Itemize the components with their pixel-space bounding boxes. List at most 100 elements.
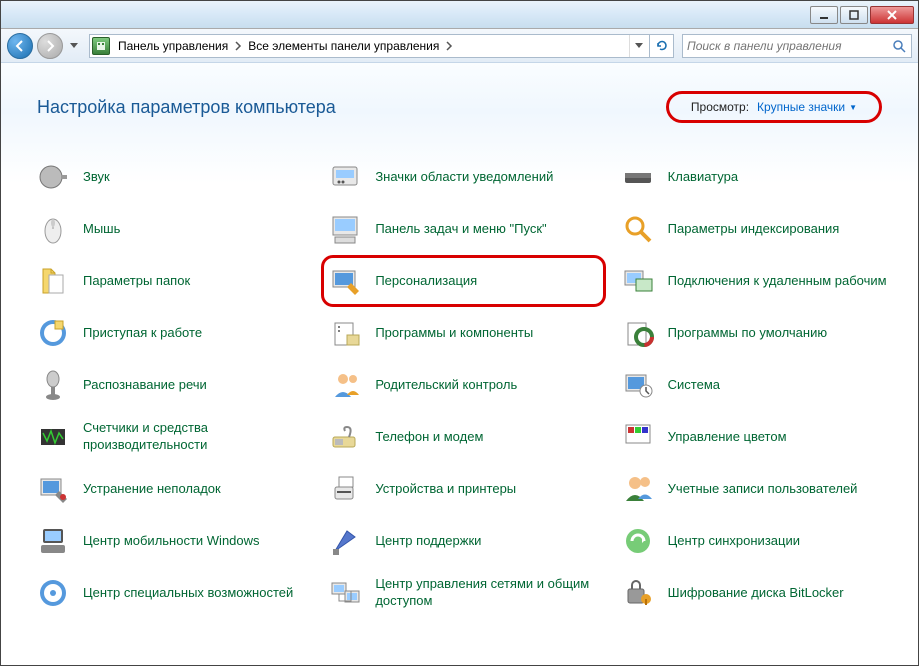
control-panel-item[interactable]: Параметры папок	[29, 255, 313, 307]
address-wrap: Панель управления Все элементы панели уп…	[89, 34, 674, 58]
item-icon	[620, 523, 656, 559]
search-box[interactable]	[682, 34, 912, 58]
item-label: Центр поддержки	[375, 533, 481, 550]
item-icon	[620, 263, 656, 299]
item-label: Шифрование диска BitLocker	[668, 585, 844, 602]
item-label: Приступая к работе	[83, 325, 202, 342]
item-label: Счетчики и средства производительности	[83, 420, 307, 454]
control-panel-item[interactable]: Управление цветом	[614, 411, 898, 463]
control-panel-item[interactable]: Родительский контроль	[321, 359, 605, 411]
control-panel-window: Панель управления Все элементы панели уп…	[0, 0, 919, 666]
breadcrumb-seg1[interactable]: Панель управления	[114, 39, 232, 53]
control-panel-item[interactable]: Программы по умолчанию	[614, 307, 898, 359]
titlebar	[1, 1, 918, 29]
control-panel-item[interactable]: Мышь	[29, 203, 313, 255]
control-panel-item[interactable]: Телефон и модем	[321, 411, 605, 463]
control-panel-item[interactable]: Приступая к работе	[29, 307, 313, 359]
control-panel-item[interactable]: Программы и компоненты	[321, 307, 605, 359]
close-button[interactable]	[870, 6, 914, 24]
control-panel-item[interactable]: Устройства и принтеры	[321, 463, 605, 515]
items-grid: Звук Значки области уведомлений Клавиатура…	[1, 147, 918, 635]
item-label: Значки области уведомлений	[375, 169, 553, 186]
item-icon	[620, 471, 656, 507]
item-label: Панель задач и меню "Пуск"	[375, 221, 546, 238]
control-panel-item[interactable]: Персонализация	[321, 255, 605, 307]
item-icon	[327, 159, 363, 195]
address-dropdown[interactable]	[629, 35, 647, 57]
item-label: Клавиатура	[668, 169, 738, 186]
item-icon	[35, 315, 71, 351]
history-dropdown[interactable]	[67, 36, 81, 56]
item-icon	[327, 419, 363, 455]
item-icon	[35, 523, 71, 559]
control-panel-item[interactable]: Устранение неполадок	[29, 463, 313, 515]
control-panel-item[interactable]: Центр специальных возможностей	[29, 567, 313, 619]
control-panel-item[interactable]: Клавиатура	[614, 151, 898, 203]
item-label: Параметры папок	[83, 273, 190, 290]
item-label: Программы по умолчанию	[668, 325, 827, 342]
item-label: Учетные записи пользователей	[668, 481, 858, 498]
item-icon	[620, 211, 656, 247]
item-icon	[620, 159, 656, 195]
view-label: Просмотр:	[691, 100, 749, 114]
item-icon	[327, 575, 363, 611]
item-label: Центр синхронизации	[668, 533, 800, 550]
item-label: Устройства и принтеры	[375, 481, 516, 498]
item-icon	[35, 367, 71, 403]
item-icon	[35, 471, 71, 507]
minimize-button[interactable]	[810, 6, 838, 24]
control-panel-item[interactable]: Центр синхронизации	[614, 515, 898, 567]
item-icon	[327, 315, 363, 351]
control-panel-item[interactable]: Учетные записи пользователей	[614, 463, 898, 515]
maximize-button[interactable]	[840, 6, 868, 24]
item-label: Подключения к удаленным рабочим	[668, 273, 887, 290]
control-panel-item[interactable]: Подключения к удаленным рабочим	[614, 255, 898, 307]
item-label: Центр управления сетями и общим доступом	[375, 576, 599, 610]
refresh-button[interactable]	[650, 34, 674, 58]
item-label: Параметры индексирования	[668, 221, 840, 238]
control-panel-item[interactable]: Распознавание речи	[29, 359, 313, 411]
control-panel-item[interactable]: Центр управления сетями и общим доступом	[321, 567, 605, 619]
control-panel-item[interactable]: Центр поддержки	[321, 515, 605, 567]
control-panel-item[interactable]: Система	[614, 359, 898, 411]
breadcrumb-sep-icon[interactable]	[232, 37, 244, 55]
control-panel-item[interactable]: Звук	[29, 151, 313, 203]
item-icon	[35, 575, 71, 611]
control-panel-item[interactable]: Параметры индексирования	[614, 203, 898, 255]
control-panel-item[interactable]: Счетчики и средства производительности	[29, 411, 313, 463]
breadcrumb-sep-icon[interactable]	[443, 37, 455, 55]
control-panel-icon	[92, 37, 110, 55]
item-label: Распознавание речи	[83, 377, 207, 394]
control-panel-item[interactable]: Центр мобильности Windows	[29, 515, 313, 567]
item-icon	[327, 471, 363, 507]
address-bar[interactable]: Панель управления Все элементы панели уп…	[89, 34, 650, 58]
control-panel-item[interactable]: Панель задач и меню "Пуск"	[321, 203, 605, 255]
navbar: Панель управления Все элементы панели уп…	[1, 29, 918, 63]
item-icon	[35, 263, 71, 299]
item-icon	[620, 315, 656, 351]
control-panel-item[interactable]: Значки области уведомлений	[321, 151, 605, 203]
view-dropdown[interactable]: Крупные значки▼	[757, 100, 857, 114]
item-icon	[327, 263, 363, 299]
item-label: Центр специальных возможностей	[83, 585, 293, 602]
item-label: Персонализация	[375, 273, 477, 290]
item-label: Звук	[83, 169, 110, 186]
control-panel-item[interactable]: Шифрование диска BitLocker	[614, 567, 898, 619]
view-control-highlighted: Просмотр: Крупные значки▼	[666, 91, 882, 123]
breadcrumb-seg2[interactable]: Все элементы панели управления	[244, 39, 443, 53]
search-input[interactable]	[687, 39, 891, 53]
item-icon	[327, 211, 363, 247]
search-icon[interactable]	[891, 38, 907, 54]
item-label: Телефон и модем	[375, 429, 483, 446]
item-label: Центр мобильности Windows	[83, 533, 260, 550]
item-label: Родительский контроль	[375, 377, 517, 394]
item-icon	[620, 419, 656, 455]
item-icon	[327, 367, 363, 403]
item-icon	[327, 523, 363, 559]
back-button[interactable]	[7, 33, 33, 59]
item-icon	[35, 211, 71, 247]
forward-button[interactable]	[37, 33, 63, 59]
item-icon	[35, 159, 71, 195]
header-row: Настройка параметров компьютера Просмотр…	[1, 63, 918, 147]
item-label: Система	[668, 377, 720, 394]
